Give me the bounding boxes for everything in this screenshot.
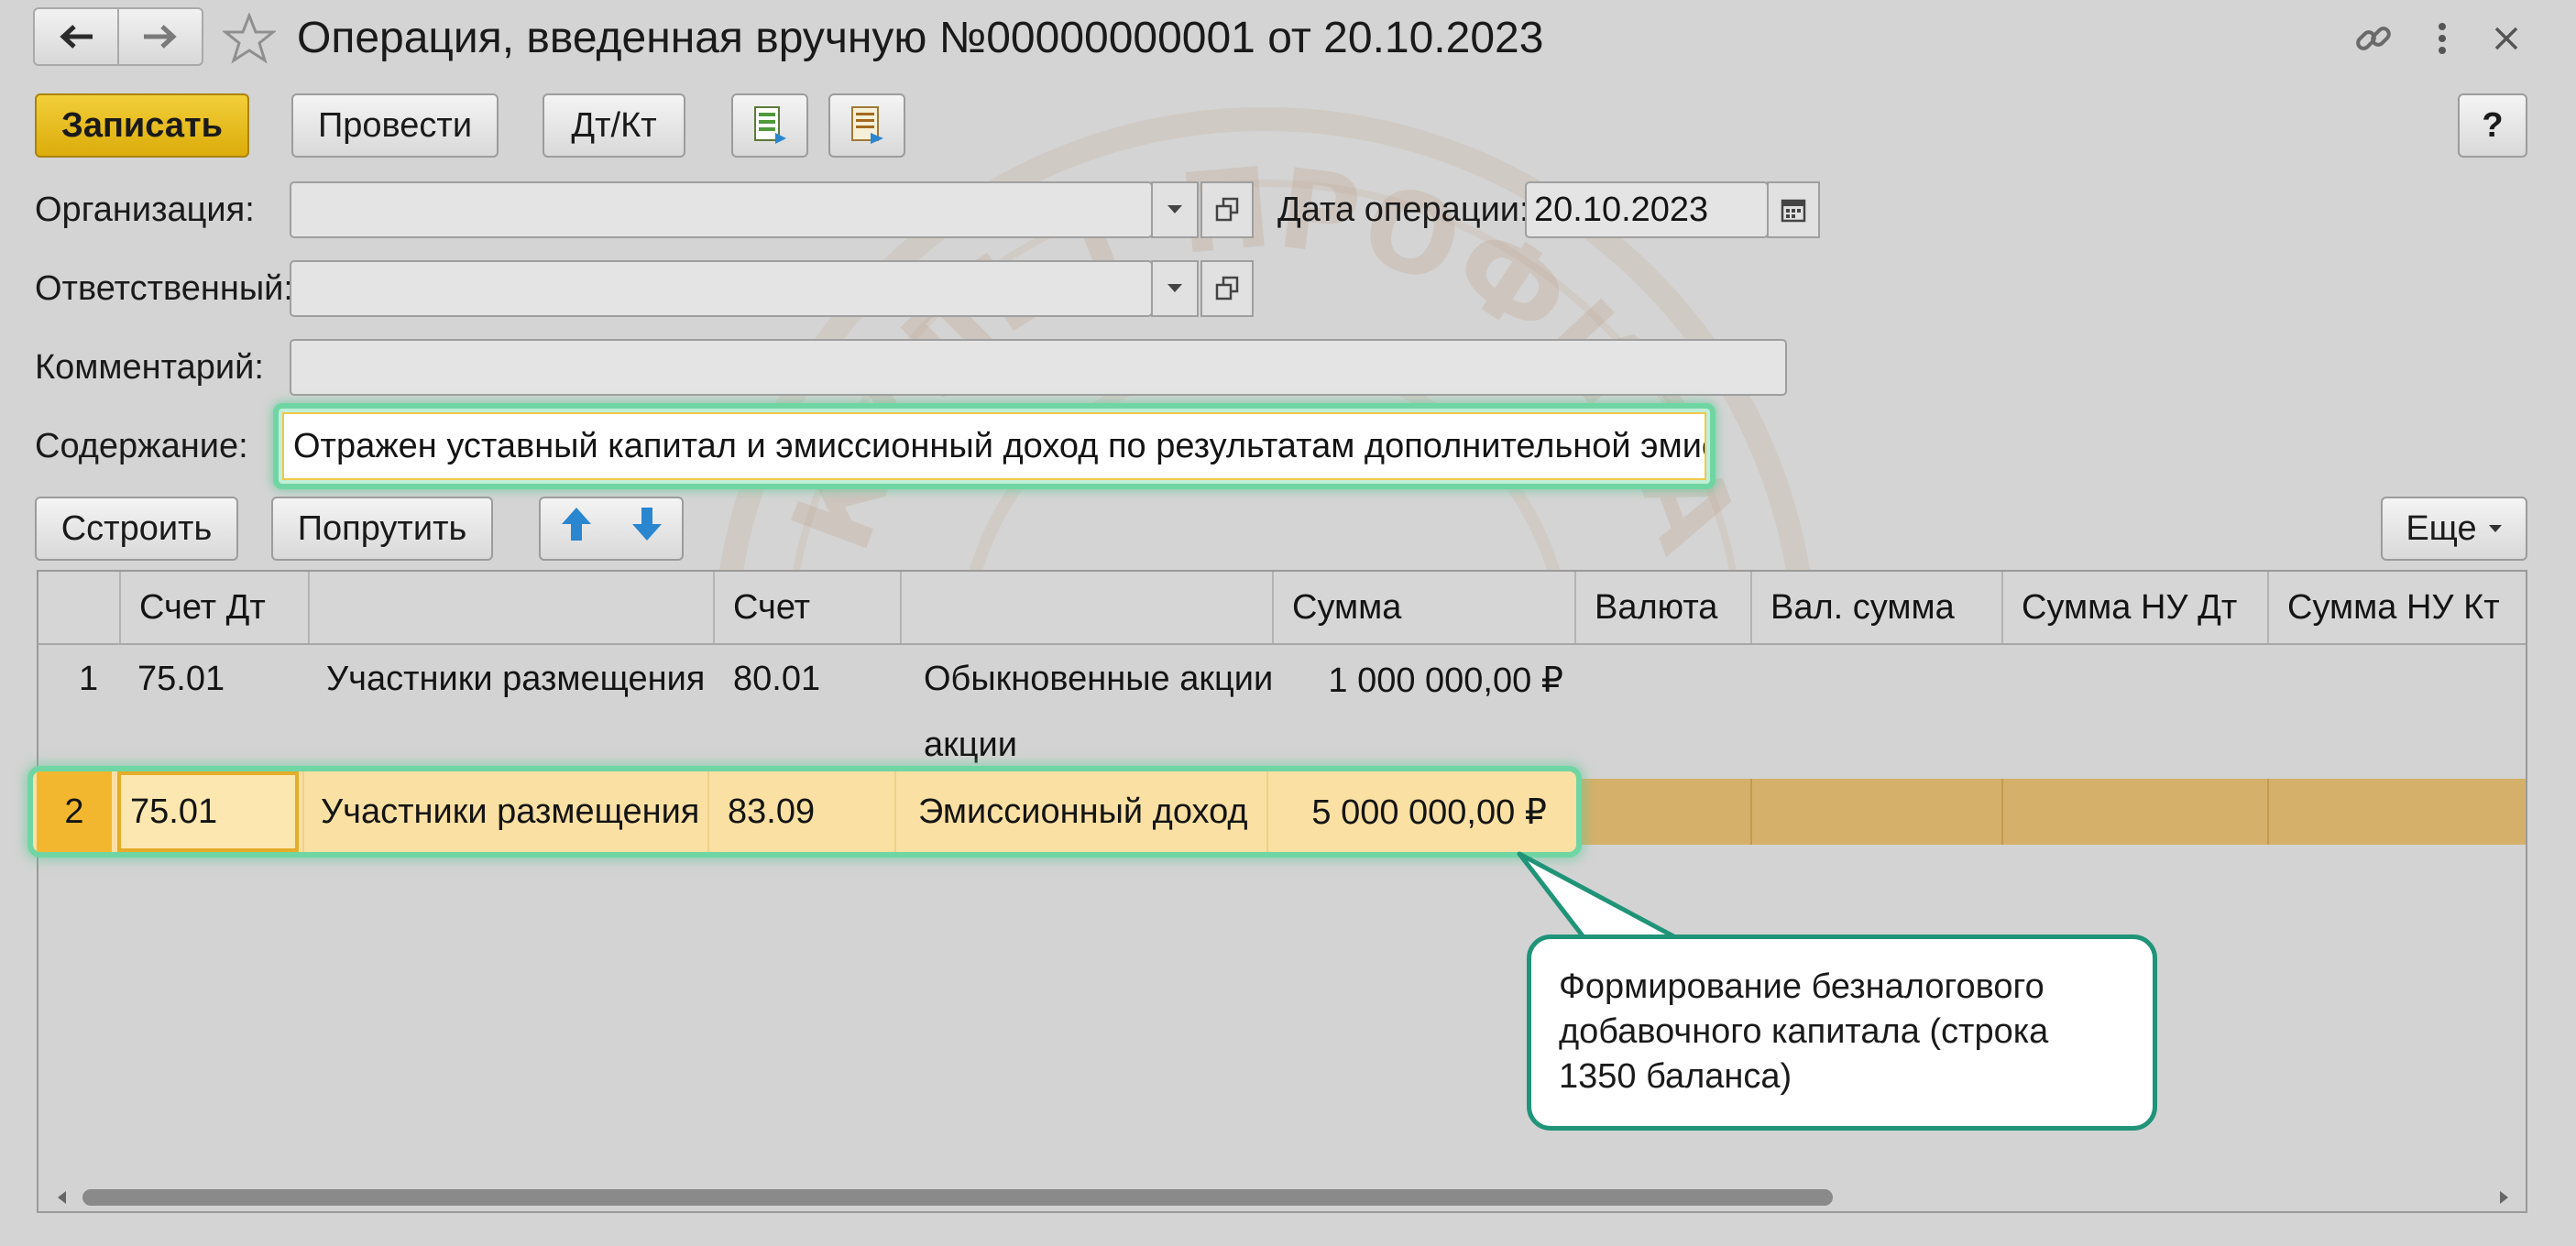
arrow-left-icon: [60, 25, 93, 49]
open-form-icon: [1215, 276, 1239, 301]
sum: 1 000 000,00 ₽: [1328, 661, 1563, 700]
dt-kt-button[interactable]: Дт/Кт: [543, 93, 685, 158]
credit-subconto-wrap: акции: [924, 726, 1017, 764]
responsible-field[interactable]: [290, 260, 1153, 317]
column-header-currency-sum[interactable]: Вал. сумма: [1750, 572, 2001, 643]
sum: 5 000 000,00 ₽: [1266, 771, 1569, 852]
column-header-tax-kt[interactable]: Сумма НУ Кт: [2267, 572, 2526, 643]
column-header-debit-sub[interactable]: [308, 572, 713, 643]
open-form-icon: [1215, 197, 1239, 222]
operation-form: КУЛЬТ ПРОФИТА KULTPROFITA Операция, введ…: [0, 0, 2576, 1246]
comment-field[interactable]: [290, 339, 1787, 396]
credit-subconto: Обыкновенные акции: [924, 660, 1274, 698]
more-menu-button[interactable]: [2419, 13, 2465, 64]
row-number: 1: [79, 660, 99, 698]
column-header-currency[interactable]: Валюта: [1574, 572, 1750, 643]
fill-button[interactable]: Попрутить: [271, 497, 493, 561]
structure-report-button[interactable]: [828, 93, 905, 158]
close-icon: [2494, 27, 2518, 50]
responsible-label: Ответственный:: [35, 268, 293, 308]
close-button[interactable]: [2483, 13, 2529, 64]
chevron-down-icon: [2488, 525, 2502, 532]
chevron-down-icon: [1167, 205, 1182, 213]
document-report-icon: [754, 106, 786, 144]
structure-report-icon: [851, 106, 883, 144]
column-header-credit[interactable]: Счет: [713, 572, 900, 643]
back-button[interactable]: [35, 9, 117, 64]
grid-line: [2001, 779, 2003, 845]
organization-field[interactable]: [290, 181, 1153, 238]
content-field-highlight: Отражен уставный капитал и эмиссионный д…: [273, 403, 1716, 489]
build-button[interactable]: Сстроить: [35, 497, 238, 561]
date-label: Дата операции:: [1277, 190, 1529, 229]
callout-pointer-join: [1558, 1004, 1668, 1015]
post-button[interactable]: Провести: [291, 93, 499, 158]
debit-account-cell[interactable]: 75.01: [117, 771, 299, 852]
credit-account: 80.01: [733, 660, 821, 698]
row-number: 2: [37, 771, 112, 852]
window-title: Операция, введенная вручную №00000000001…: [297, 14, 1544, 62]
grid-line: [2267, 779, 2269, 845]
responsible-dropdown[interactable]: [1151, 260, 1199, 317]
comment-label: Комментарий:: [35, 347, 264, 387]
column-header-sum[interactable]: Сумма: [1272, 572, 1574, 643]
arrow-up-icon: [561, 508, 591, 541]
organization-label: Организация:: [35, 190, 255, 229]
scrollbar-thumb[interactable]: [82, 1189, 1833, 1206]
favorite-button[interactable]: [220, 9, 279, 68]
credit-account: 83.09: [707, 771, 894, 852]
more-vertical-icon: [2439, 23, 2446, 54]
debit-subconto: Участники размещения: [326, 660, 706, 698]
star-icon: [223, 13, 276, 64]
move-up-button[interactable]: [560, 506, 593, 552]
column-header-credit-sub[interactable]: [900, 572, 1272, 643]
date-field[interactable]: 20.10.2023: [1525, 181, 1769, 238]
column-header-tax-dt[interactable]: Сумма НУ Дт: [2001, 572, 2267, 643]
help-button[interactable]: ?: [2458, 93, 2527, 158]
debit-subconto: Участники размещения: [302, 771, 707, 852]
calendar-button[interactable]: [1767, 181, 1820, 238]
callout-note: Формирование безналогового добавочного к…: [1527, 934, 2157, 1131]
link-icon: [2356, 27, 2391, 50]
move-down-button[interactable]: [630, 506, 663, 552]
report-button[interactable]: [731, 93, 808, 158]
table-header: Счет Дт Счет Сумма Валюта Вал. сумма Сум…: [38, 572, 2526, 645]
save-button[interactable]: Записать: [35, 93, 249, 158]
history-nav: [33, 7, 203, 66]
column-header-number[interactable]: [38, 572, 119, 643]
highlighted-row[interactable]: 2 75.01 Участники размещения 83.09 Эмисс…: [27, 766, 1582, 858]
link-button[interactable]: [2346, 13, 2401, 64]
responsible-open-button[interactable]: [1200, 260, 1254, 317]
scroll-left-icon[interactable]: [55, 1189, 70, 1206]
content-label: Содержание:: [35, 426, 248, 465]
arrow-right-icon: [144, 25, 177, 49]
scroll-right-icon[interactable]: [2496, 1189, 2511, 1206]
grid-line: [1750, 779, 1752, 845]
arrow-down-icon: [631, 508, 662, 541]
more-button-label: Еще: [2406, 508, 2477, 548]
chevron-down-icon: [1167, 284, 1182, 292]
more-button[interactable]: Еще: [2381, 497, 2527, 561]
calendar-icon: [1781, 199, 1806, 223]
column-header-debit[interactable]: Счет Дт: [119, 572, 308, 643]
organization-open-button[interactable]: [1200, 181, 1254, 238]
debit-account: 75.01: [137, 660, 225, 698]
move-buttons: [539, 497, 684, 561]
organization-dropdown[interactable]: [1151, 181, 1199, 238]
credit-subconto: Эмиссионный доход: [894, 771, 1266, 852]
forward-button[interactable]: [117, 9, 202, 64]
content-field[interactable]: Отражен уставный капитал и эмиссионный д…: [282, 412, 1706, 480]
